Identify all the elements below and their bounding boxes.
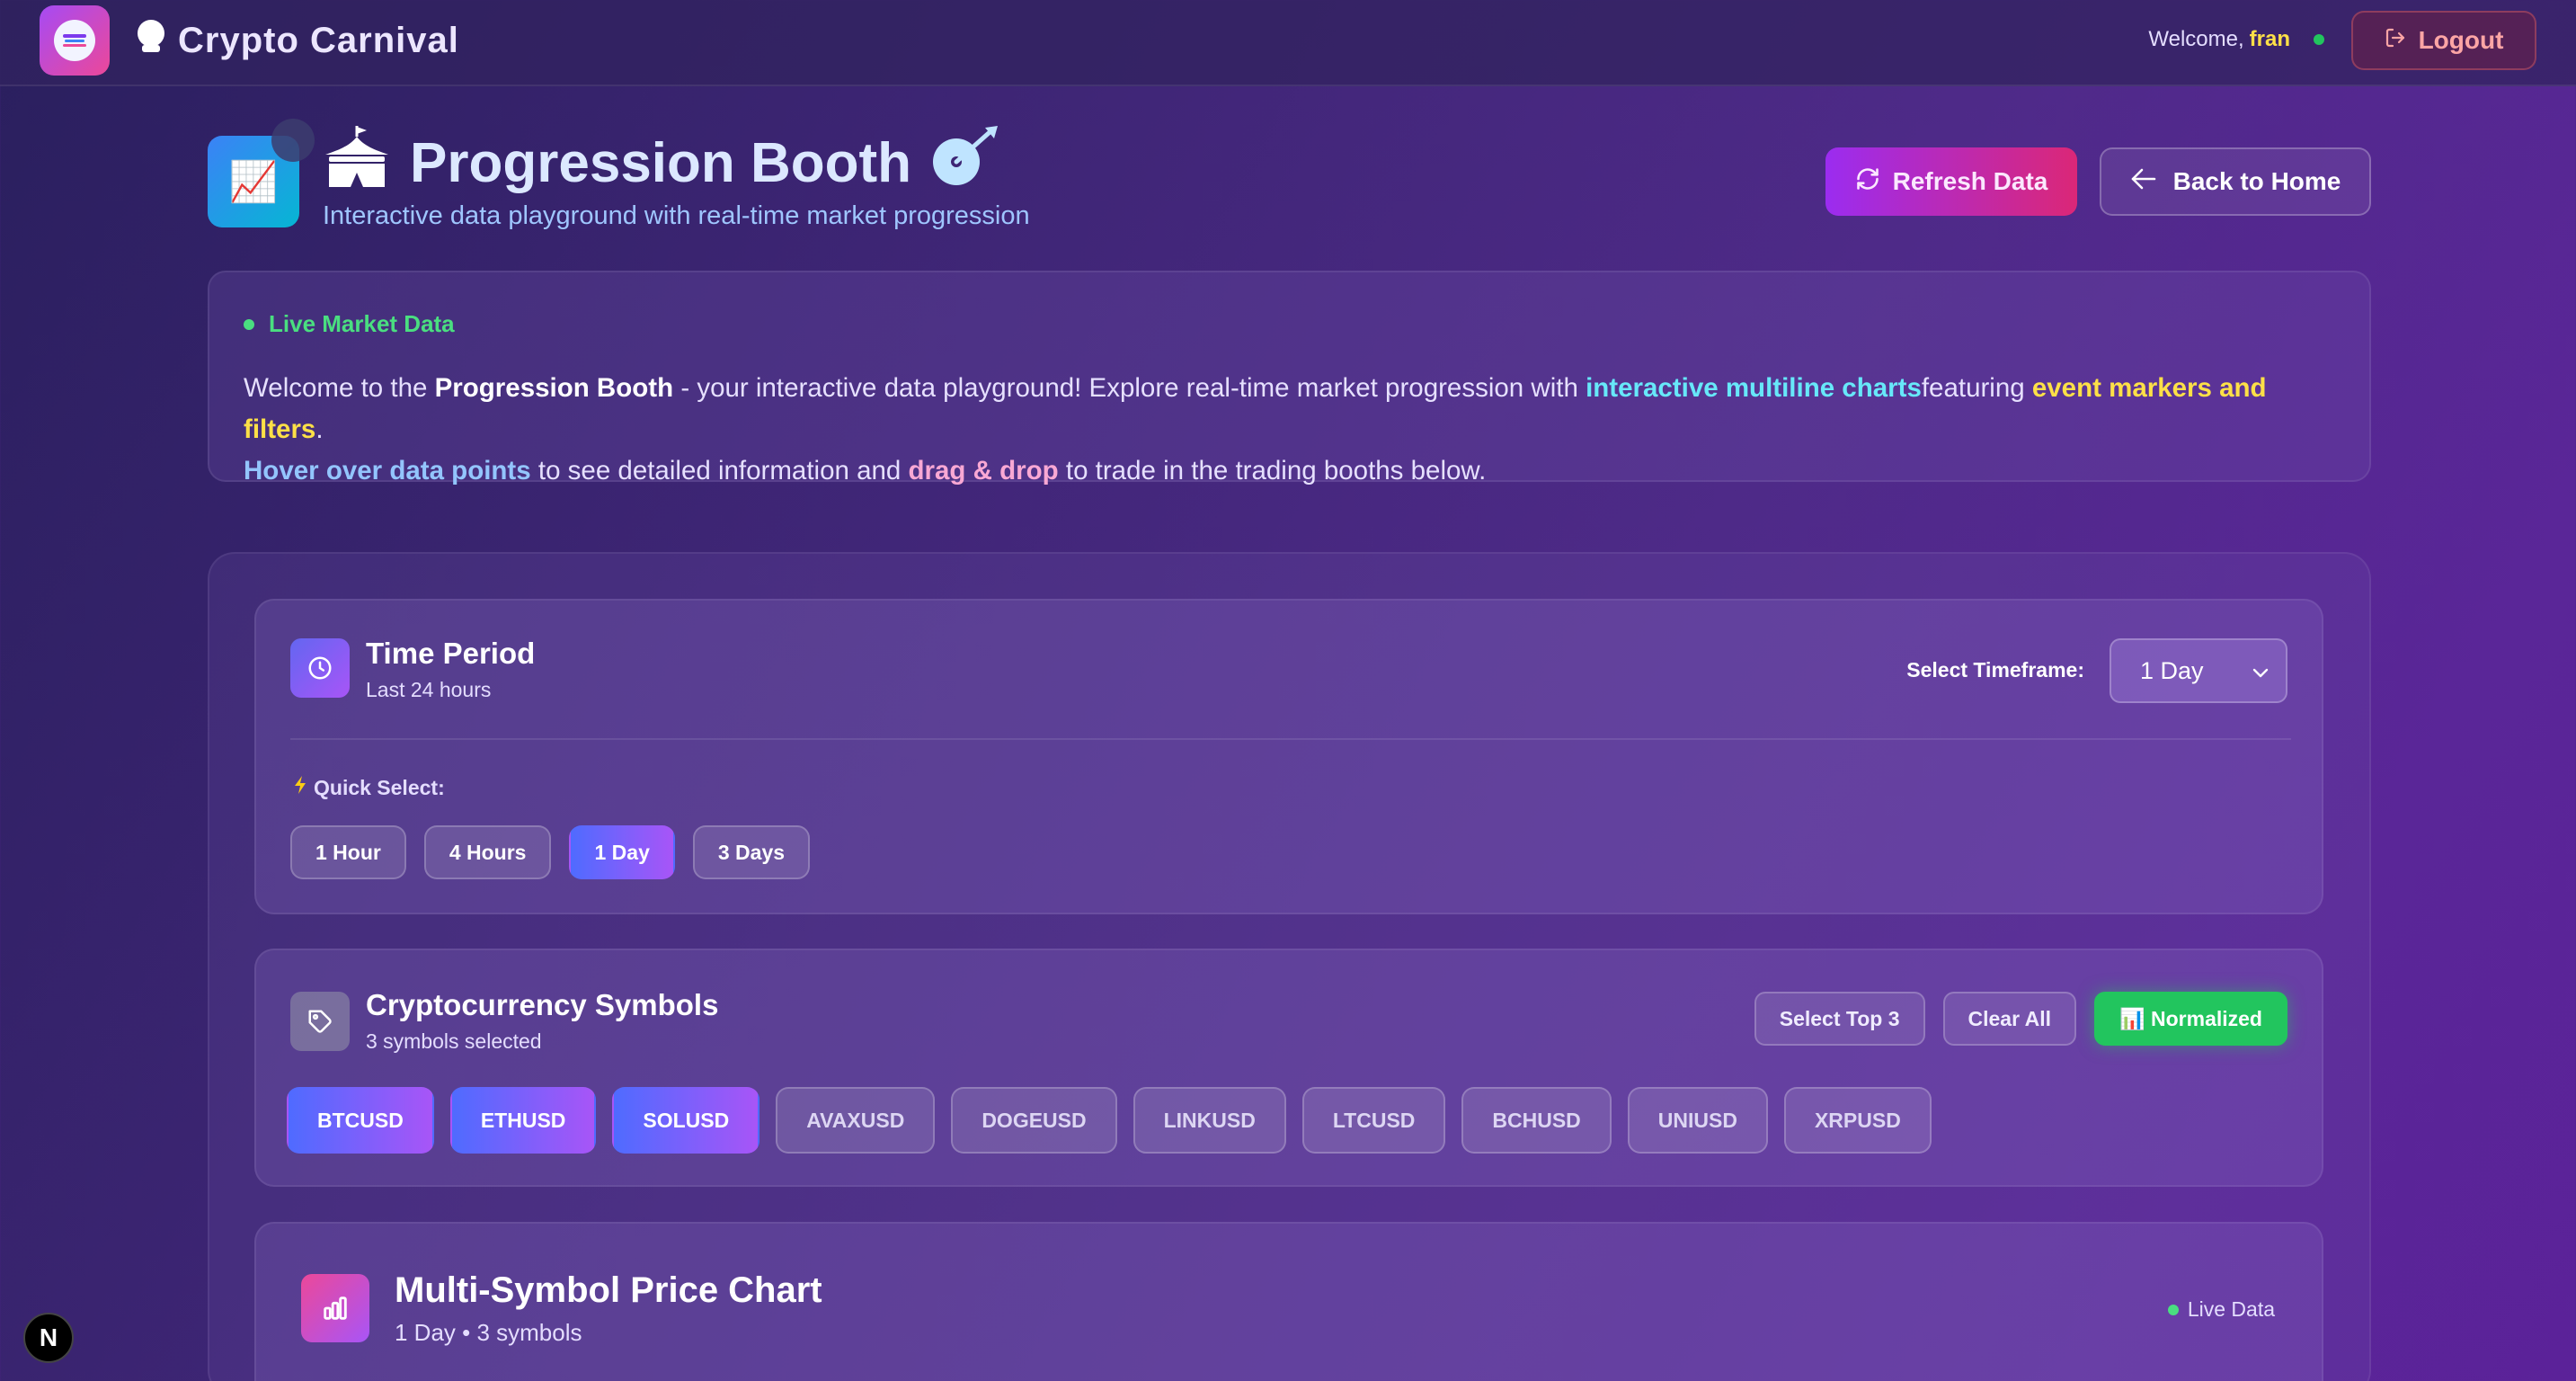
symbol-chip-solusd[interactable]: SOLUSD [612, 1087, 760, 1154]
page-subtitle: Interactive data playground with real-ti… [323, 201, 1030, 230]
logout-button[interactable]: Logout [2351, 11, 2536, 70]
normalized-toggle-button[interactable]: 📊 Normalized [2093, 992, 2287, 1046]
online-status-dot [2314, 34, 2324, 45]
timeframe-select[interactable]: 1 Day [2110, 638, 2287, 703]
circus-tent-icon [322, 124, 392, 202]
clear-all-button[interactable]: Clear All [1942, 992, 2076, 1046]
dev-tools-badge[interactable]: N [23, 1313, 74, 1363]
symbols-card: Cryptocurrency Symbols 3 symbols selecte… [254, 949, 2323, 1187]
decorative-dot [271, 119, 315, 162]
live-dot [2167, 1304, 2179, 1315]
symbol-chip-linkusd[interactable]: LINKUSD [1133, 1087, 1286, 1154]
symbol-chip-btcusd[interactable]: BTCUSD [287, 1087, 434, 1154]
price-chart-card: Multi-Symbol Price Chart 1 Day • 3 symbo… [254, 1222, 2323, 1381]
quick-option-3-days[interactable]: 3 Days [692, 825, 811, 879]
symbol-chips: BTCUSD ETHUSD SOLUSD AVAXUSD DOGEUSD LIN… [287, 1087, 1932, 1154]
bar-chart-icon [301, 1274, 369, 1342]
app-title-text: Crypto Carnival [178, 20, 459, 60]
chart-subtitle: 1 Day • 3 symbols [395, 1319, 582, 1346]
symbol-chip-avaxusd[interactable]: AVAXUSD [776, 1087, 936, 1154]
symbol-chip-ethusd[interactable]: ETHUSD [449, 1087, 597, 1154]
intro-highlight-booth: Progression Booth [434, 373, 674, 403]
intro-text: - your interactive data playground! Expl… [673, 373, 1586, 403]
lightning-icon [292, 775, 308, 800]
intro-text: . [315, 414, 324, 444]
intro-text: to trade in the trading booths below. [1058, 456, 1487, 486]
quick-option-1-hour[interactable]: 1 Hour [290, 825, 406, 879]
intro-text: featuring [1921, 373, 2032, 403]
timeframe-value: 1 Day [2140, 656, 2204, 684]
symbol-actions: Select Top 3 Clear All 📊 Normalized [1754, 992, 2287, 1046]
quick-select-options: 1 Hour 4 Hours 1 Day 3 Days [290, 825, 811, 879]
home-label: Back to Home [2172, 167, 2341, 195]
time-period-title: Time Period [366, 637, 536, 670]
symbols-title: Cryptocurrency Symbols [366, 988, 719, 1021]
refresh-data-button[interactable]: Refresh Data [1825, 147, 2077, 216]
back-home-button[interactable]: Back to Home [2100, 147, 2371, 216]
chart-title: Multi-Symbol Price Chart [395, 1270, 822, 1310]
app-logo[interactable] [40, 5, 110, 76]
quick-option-4-hours[interactable]: 4 Hours [423, 825, 552, 879]
intro-highlight-charts: interactive multiline charts [1586, 373, 1922, 403]
symbol-chip-bchusd[interactable]: BCHUSD [1461, 1087, 1612, 1154]
carnival-logo-icon [54, 20, 95, 61]
refresh-label: Refresh Data [1892, 167, 2048, 195]
symbol-chip-xrpusd[interactable]: XRPUSD [1783, 1087, 1932, 1154]
live-market-label: Live Market Data [244, 310, 455, 338]
time-period-subtitle: Last 24 hours [366, 678, 492, 701]
page-title: Progression Booth [322, 124, 1001, 202]
symbols-subtitle: 3 symbols selected [366, 1029, 542, 1053]
timeframe-label: Select Timeframe: [1906, 658, 2084, 682]
divider [290, 738, 2291, 740]
chart-live-indicator: Live Data [2167, 1297, 2275, 1322]
live-dot [244, 318, 254, 330]
intro-text: Welcome to the [244, 373, 435, 403]
page-title-text: Progression Booth [410, 132, 912, 194]
top-navbar: Crypto Carnival Welcome, fran Logout [0, 0, 2576, 86]
intro-highlight-drag: drag & drop [908, 456, 1059, 486]
welcome-prefix: Welcome, [2148, 27, 2244, 51]
arrow-left-icon [2130, 167, 2157, 197]
intro-highlight-hover: Hover over data points [244, 456, 531, 486]
time-period-card: Time Period Last 24 hours Select Timefra… [254, 599, 2323, 914]
quick-select-text: Quick Select: [314, 775, 445, 799]
intro-paragraph: Welcome to the Progression Booth - your … [244, 368, 2338, 492]
refresh-icon [1855, 166, 1880, 198]
username: fran [2249, 27, 2290, 51]
quick-option-1-day[interactable]: 1 Day [569, 825, 675, 879]
logout-label: Logout [2418, 26, 2504, 54]
logout-icon [2385, 26, 2406, 55]
dart-target-icon [929, 124, 1001, 202]
clock-icon [290, 638, 350, 698]
intro-text: to see detailed information and [530, 456, 909, 486]
chart-live-text: Live Data [2187, 1297, 2275, 1321]
intro-card: Live Market Data Welcome to the Progress… [208, 271, 2371, 486]
crystal-ball-icon [135, 18, 167, 63]
quick-select-label: Quick Select: [292, 775, 445, 800]
tag-icon [290, 992, 350, 1051]
symbol-chip-uniusd[interactable]: UNIUSD [1627, 1087, 1768, 1154]
live-market-text: Live Market Data [269, 310, 455, 337]
symbol-chip-dogeusd[interactable]: DOGEUSD [951, 1087, 1117, 1154]
select-top-3-button[interactable]: Select Top 3 [1754, 992, 1925, 1046]
chart-emoji: 📈 [228, 160, 279, 204]
chevron-down-icon [2252, 657, 2270, 685]
welcome-message: Welcome, fran [2148, 27, 2324, 52]
app-title: Crypto Carnival [135, 18, 459, 63]
symbol-chip-ltcusd[interactable]: LTCUSD [1301, 1087, 1446, 1154]
